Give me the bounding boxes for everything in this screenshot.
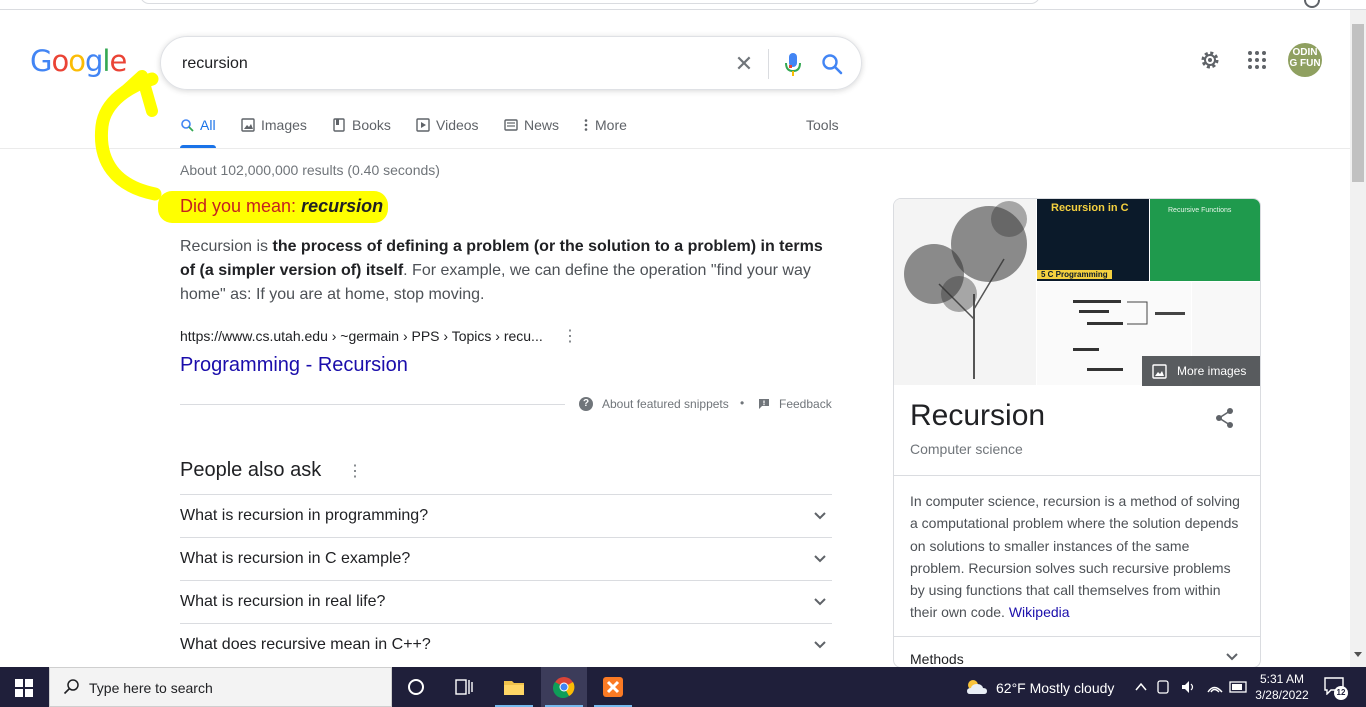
tab-news[interactable]: News (504, 112, 559, 148)
taskbar-search-box[interactable]: Type here to search (49, 667, 392, 707)
folder-icon (504, 681, 524, 695)
feedback-icon[interactable] (758, 398, 770, 410)
scroll-down-arrow[interactable] (1354, 652, 1362, 657)
windows-taskbar: Type here to search 62°F Mostly cloudy 5… (0, 667, 1366, 707)
chevron-down-icon (814, 641, 826, 649)
chevron-down-icon (814, 555, 826, 563)
chevron-down-icon[interactable] (1224, 651, 1240, 663)
xampp-taskbar-button[interactable] (590, 667, 636, 707)
weather-cloudy-icon[interactable] (964, 677, 990, 697)
weather-text[interactable]: 62°F Mostly cloudy (996, 680, 1114, 696)
play-icon (416, 118, 430, 132)
tab-all[interactable]: All (180, 112, 216, 148)
divider (894, 475, 1260, 476)
close-icon[interactable]: ✕ (731, 50, 757, 78)
image-icon (1152, 364, 1167, 379)
profile-icon-edge (1304, 0, 1320, 8)
image-icon (241, 118, 255, 132)
search-box: ✕ (160, 36, 862, 90)
header-divider (0, 148, 1350, 149)
methods-section-header[interactable]: Methods (910, 651, 964, 667)
avatar[interactable]: ODIN G FUN (1288, 43, 1322, 77)
browser-top-strip (0, 0, 1366, 10)
tab-images[interactable]: Images (241, 112, 307, 148)
did-you-mean[interactable]: Did you mean: recursion (180, 196, 383, 217)
recursive-functions-image[interactable]: Recursive Functions (1150, 199, 1260, 281)
wikipedia-link[interactable]: Wikipedia (1009, 604, 1070, 620)
system-tray-icons[interactable] (1134, 678, 1248, 696)
people-also-ask-list: What is recursion in programming? What i… (180, 494, 832, 666)
chevron-down-icon (814, 512, 826, 520)
more-vert-icon[interactable]: ⋮ (347, 461, 363, 481)
question-item[interactable]: What is recursion in programming? (180, 494, 832, 537)
mic-icon[interactable] (781, 50, 805, 78)
search-icon (181, 119, 194, 132)
knowledge-panel-subtitle: Computer science (910, 441, 1023, 457)
tab-books[interactable]: Books (332, 112, 391, 148)
divider (894, 636, 1260, 637)
search-input[interactable] (182, 51, 722, 77)
knowledge-panel-title: Recursion (910, 399, 1046, 432)
taskbar-clock[interactable]: 5:31 AM 3/28/2022 (1254, 671, 1310, 703)
xampp-icon (603, 677, 623, 697)
chrome-taskbar-button[interactable] (541, 667, 587, 707)
more-vert-icon[interactable]: ⋮ (562, 326, 578, 346)
gear-icon[interactable] (1198, 48, 1222, 72)
windows-start-icon[interactable] (15, 679, 33, 697)
feedback-link[interactable]: Feedback (779, 397, 832, 411)
task-view-icon[interactable] (455, 679, 473, 695)
address-bar-edge (140, 0, 1040, 4)
question-item[interactable]: What does recursive mean in C++? (180, 623, 832, 666)
notification-center-button[interactable]: 12 (1324, 677, 1348, 700)
result-stats: About 102,000,000 results (0.40 seconds) (180, 162, 440, 178)
result-title-link[interactable]: Programming - Recursion (180, 354, 408, 377)
result-url[interactable]: https://www.cs.utah.edu › ~germain › PPS… (180, 328, 543, 344)
search-icon (63, 679, 79, 695)
separator: • (740, 396, 745, 410)
news-icon (504, 119, 518, 131)
did-you-mean-suggestion[interactable]: recursion (301, 196, 383, 216)
more-images-button[interactable]: More images (1142, 356, 1260, 386)
people-also-ask-title: People also ask (180, 459, 322, 481)
tab-videos[interactable]: Videos (416, 112, 479, 148)
book-icon (333, 118, 345, 132)
notification-count-badge: 12 (1334, 686, 1348, 700)
featured-snippet: Recursion is the process of defining a p… (180, 238, 823, 303)
search-box-divider (768, 49, 769, 79)
scrollbar-thumb[interactable] (1352, 24, 1364, 182)
question-item[interactable]: What is recursion in real life? (180, 580, 832, 623)
tools-button[interactable]: Tools (806, 117, 839, 133)
question-item[interactable]: What is recursion in C example? (180, 537, 832, 580)
apps-grid-icon[interactable] (1245, 48, 1269, 72)
knowledge-panel: Recursion in C 5 C Programming Recursive… (893, 198, 1261, 668)
help-icon[interactable]: ? (579, 397, 593, 411)
google-logo[interactable]: Google (30, 44, 127, 78)
file-explorer-taskbar-button[interactable] (491, 667, 537, 707)
search-icon[interactable] (819, 50, 845, 78)
about-featured-snippets-link[interactable]: About featured snippets (602, 397, 729, 411)
snippet-divider (180, 404, 565, 405)
page-scrollbar[interactable] (1350, 10, 1366, 667)
more-vert-icon (584, 119, 588, 131)
tab-more[interactable]: More (583, 112, 627, 148)
chevron-down-icon (814, 598, 826, 606)
share-icon[interactable] (1214, 407, 1236, 429)
fractal-tree-image[interactable] (894, 199, 1036, 385)
chrome-icon (553, 677, 575, 698)
recursion-in-c-image[interactable]: Recursion in C 5 C Programming (1037, 199, 1149, 281)
knowledge-panel-description: In computer science, recursion is a meth… (910, 493, 1240, 621)
cortana-icon[interactable] (408, 679, 424, 695)
